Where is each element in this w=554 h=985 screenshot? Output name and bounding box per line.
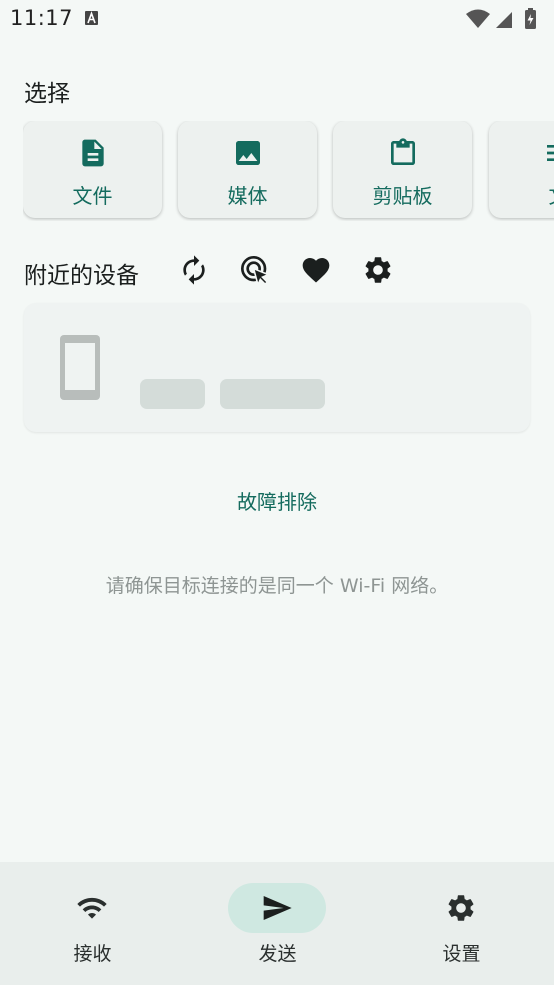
text-icon bbox=[547, 145, 554, 161]
target-cursor-icon[interactable] bbox=[239, 254, 271, 286]
troubleshoot-button[interactable]: 故障排除 bbox=[0, 486, 554, 515]
select-clipboard-card[interactable]: 剪贴板 bbox=[333, 121, 472, 218]
status-time: 11:17 bbox=[10, 6, 74, 30]
select-file-label: 文件 bbox=[72, 184, 113, 208]
gear-icon bbox=[448, 895, 474, 921]
select-text-label: 文 bbox=[489, 180, 554, 209]
wifi-signal-icon bbox=[466, 9, 490, 28]
clipboard-icon bbox=[391, 138, 415, 165]
nav-settings-label: 设置 bbox=[442, 943, 481, 965]
wifi-icon bbox=[77, 897, 107, 919]
wifi-hint-text: 请确保目标连接的是同一个 Wi-Fi 网络。 bbox=[105, 575, 449, 597]
file-icon bbox=[82, 139, 104, 167]
heart-icon[interactable] bbox=[300, 254, 332, 286]
select-media-card[interactable]: 媒体 bbox=[178, 121, 317, 218]
status-icons bbox=[466, 8, 536, 29]
bottom-navigation: 接收 发送 设置 bbox=[0, 862, 554, 985]
phone-icon bbox=[60, 335, 100, 400]
select-text-card[interactable]: 文 bbox=[489, 121, 554, 218]
skeleton-info-bar bbox=[220, 379, 325, 409]
select-card-row: 文件 媒体 剪贴板 文 bbox=[23, 121, 554, 221]
nav-send[interactable]: 发送 bbox=[185, 862, 370, 985]
nearby-devices-title: 附近的设备 bbox=[24, 263, 139, 289]
send-icon bbox=[263, 896, 292, 920]
status-bar: 11:17 bbox=[0, 0, 554, 38]
battery-icon bbox=[525, 8, 536, 29]
select-media-label: 媒体 bbox=[227, 184, 268, 208]
select-file-card[interactable]: 文件 bbox=[23, 121, 162, 218]
device-placeholder-card bbox=[24, 303, 530, 432]
gear-icon[interactable] bbox=[362, 254, 394, 286]
cell-signal-icon bbox=[496, 12, 512, 28]
refresh-icon[interactable] bbox=[178, 254, 210, 286]
nav-send-label: 发送 bbox=[258, 943, 297, 965]
select-clipboard-label: 剪贴板 bbox=[372, 184, 433, 208]
select-section-title: 选择 bbox=[24, 81, 70, 107]
skeleton-name-bar bbox=[140, 379, 205, 409]
image-icon bbox=[236, 141, 260, 165]
nav-receive-pill bbox=[43, 883, 141, 933]
nav-send-pill bbox=[228, 883, 326, 933]
nav-receive[interactable]: 接收 bbox=[0, 862, 185, 985]
nav-settings-pill bbox=[412, 883, 510, 933]
accessibility-a-icon bbox=[85, 11, 98, 25]
nav-settings[interactable]: 设置 bbox=[369, 862, 554, 985]
nav-receive-label: 接收 bbox=[73, 943, 112, 965]
